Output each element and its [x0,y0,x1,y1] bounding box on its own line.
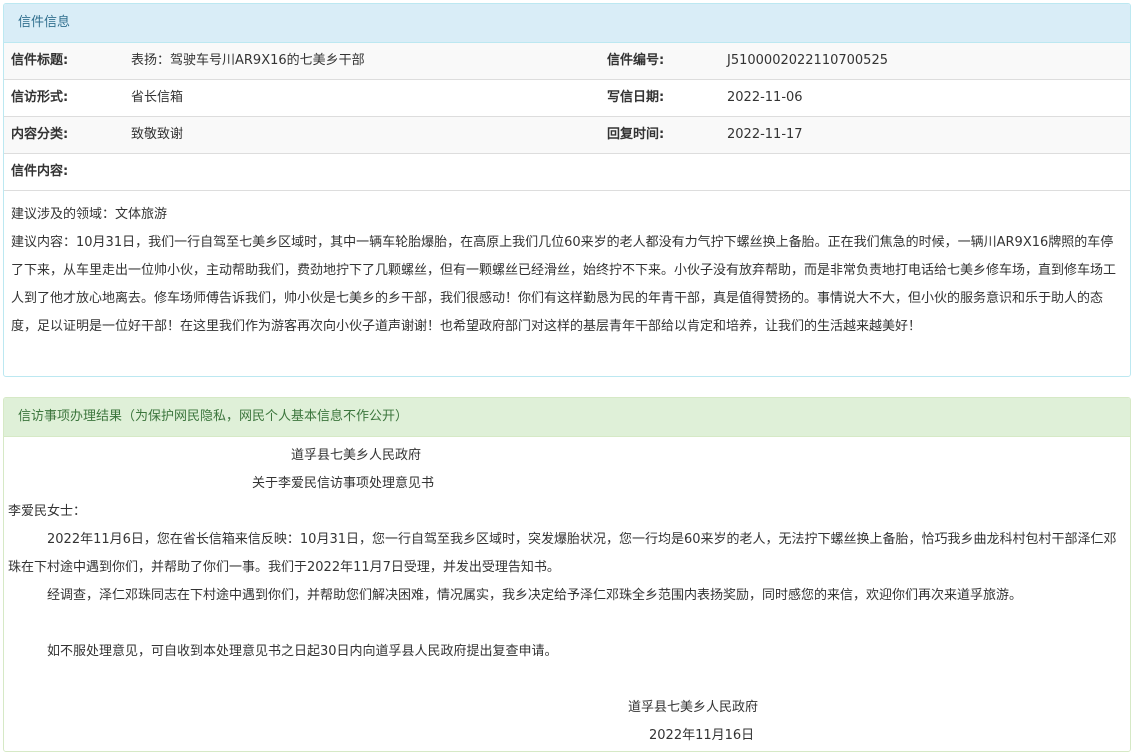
content-domain: 建议涉及的领域：文体旅游 [11,207,168,222]
info-row-category: 内容分类: 致敬致谢 回复时间: 2022-11-17 [4,117,1130,154]
reply-body: 道孚县七美乡人民政府 关于李爱民信访事项处理意见书 李爱民女士： 2022年11… [4,437,1130,751]
reply-time-label: 回复时间: [607,127,665,142]
reply-paragraph-1: 2022年11月6日，您在省长信箱来信反映：10月31日，您一行自驾至我乡区域时… [8,532,1117,575]
info-row-content: 信件内容: [4,154,1130,191]
reply-doc-title: 关于李爱民信访事项处理意见书 [252,476,435,491]
reply-date: 2022年11月16日 [649,728,755,743]
petition-form-label: 信访形式: [11,90,69,105]
letter-content-label: 信件内容: [11,164,69,179]
reply-paragraph-2: 经调查，泽仁邓珠同志在下村途中遇到你们，并帮助您们解决困难，情况属实，我乡决定给… [34,588,1023,603]
reply-time-value: 2022-11-17 [727,127,803,142]
content-category-label: 内容分类: [11,127,69,142]
letter-info-panel: 信件信息 信件标题: 表扬：驾驶车号川AR9X16的七美乡干部 信件编号: J5… [3,3,1131,377]
reply-result-panel: 信访事项办理结果（为保护网民隐私，网民个人基本信息不作公开） 道孚县七美乡人民政… [3,397,1131,752]
letter-number-label: 信件编号: [607,53,665,68]
letter-title-label: 信件标题: [11,53,69,68]
letter-title-value: 表扬：驾驶车号川AR9X16的七美乡干部 [131,53,365,68]
letter-content-body: 建议涉及的领域：文体旅游 建议内容：10月31日，我们一行自驾至七美乡区域时，其… [4,191,1130,341]
reply-salutation: 李爱民女士： [8,504,87,519]
letter-info-heading: 信件信息 [4,4,1130,43]
letter-number-value: J5100002022110700525 [727,53,888,68]
write-date-label: 写信日期: [607,90,665,105]
reply-signature: 道孚县七美乡人民政府 [628,700,759,715]
reply-result-heading: 信访事项办理结果（为保护网民隐私，网民个人基本信息不作公开） [4,398,1130,437]
content-category-value: 致敬致谢 [131,127,184,142]
info-row-form: 信访形式: 省长信箱 写信日期: 2022-11-06 [4,80,1130,117]
content-text: 建议内容：10月31日，我们一行自驾至七美乡区域时，其中一辆车轮胎爆胎，在高原上… [11,235,1117,334]
info-row-title: 信件标题: 表扬：驾驶车号川AR9X16的七美乡干部 信件编号: J510000… [4,43,1130,80]
petition-form-value: 省长信箱 [131,90,184,105]
reply-org-title: 道孚县七美乡人民政府 [291,448,422,463]
reply-paragraph-3: 如不服处理意见，可自收到本处理意见书之日起30日内向道孚县人民政府提出复查申请。 [34,644,558,659]
write-date-value: 2022-11-06 [727,90,803,105]
